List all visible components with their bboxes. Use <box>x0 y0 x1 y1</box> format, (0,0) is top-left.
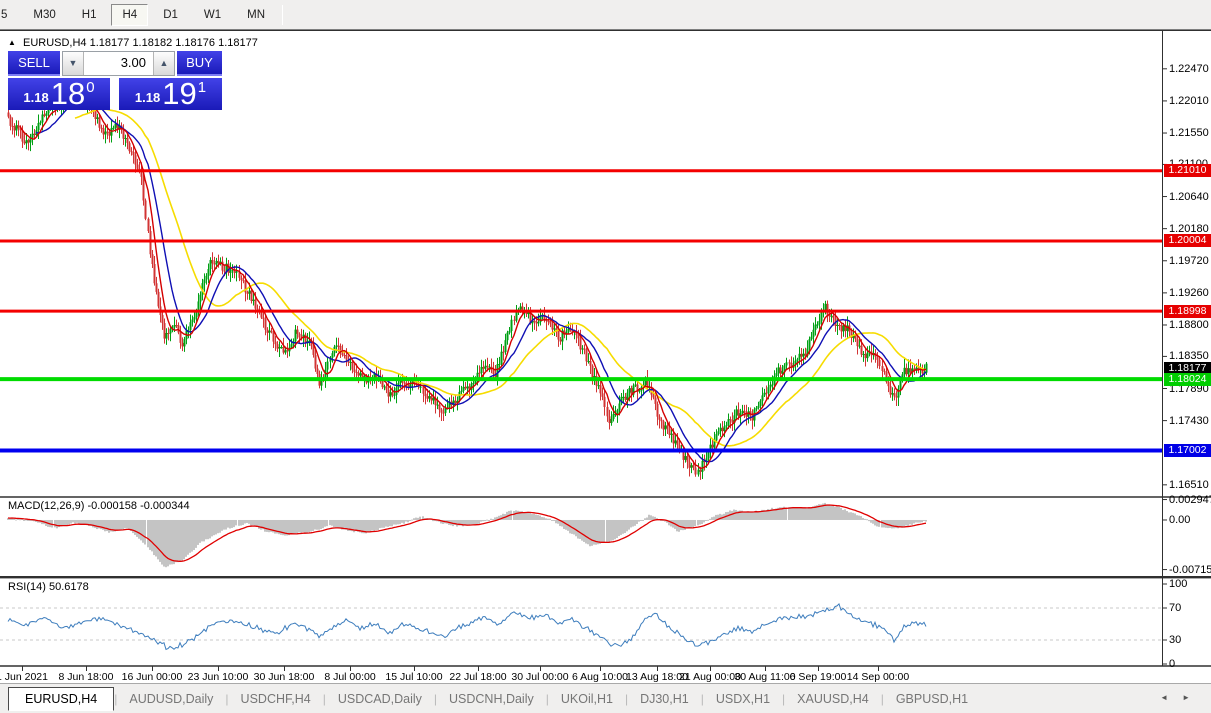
macd-scale-tick: 0.002947 <box>1169 494 1211 506</box>
chart-tab-bar: EURUSD,H4|AUDUSD,Daily|USDCHF,H4|USDCAD,… <box>0 683 1211 713</box>
volume-input[interactable]: 3.00 <box>84 52 153 75</box>
chart-tab-eurusd[interactable]: EURUSD,H4 <box>8 687 114 711</box>
tab-scroll-left-icon[interactable]: ◄ <box>1153 693 1175 702</box>
price-line-tag: 1.20004 <box>1164 234 1211 247</box>
price-tick: 1.20640 <box>1169 191 1209 203</box>
mt4-window: 5M30H1H4D1W1MN ▲ EURUSD,H4 1.18177 1.181… <box>0 0 1211 713</box>
price-tick: 1.21550 <box>1169 127 1209 139</box>
sell-price-display[interactable]: 1.18 18 0 <box>8 78 110 110</box>
sell-price-pip: 0 <box>86 79 94 96</box>
chart-header: ▲ EURUSD,H4 1.18177 1.18182 1.18176 1.18… <box>8 37 258 49</box>
date-tick-label: 8 Jul 00:00 <box>324 671 375 683</box>
chart-tab-usdchf[interactable]: USDCHF,H4 <box>229 689 323 709</box>
price-tick: 1.22010 <box>1169 95 1209 107</box>
chart-tab-dj30[interactable]: DJ30,H1 <box>628 689 701 709</box>
price-tick: 1.20180 <box>1169 223 1209 235</box>
buy-price-display[interactable]: 1.18 19 1 <box>119 78 222 110</box>
date-tick-label: 14 Sep 00:00 <box>847 671 909 683</box>
timeframe-button-5[interactable]: 5 <box>0 4 18 26</box>
volume-increase-icon[interactable]: ▲ <box>153 52 174 75</box>
date-tick-label: 23 Jun 10:00 <box>188 671 249 683</box>
buy-button[interactable]: BUY <box>177 51 222 76</box>
price-line-tag: 1.17002 <box>1164 444 1211 457</box>
rsi-scale-tick: 100 <box>1169 578 1187 590</box>
price-tick: 1.22470 <box>1169 63 1209 75</box>
rsi-label: RSI(14) 50.6178 <box>8 581 89 593</box>
price-tick: 1.19260 <box>1169 287 1209 299</box>
chart-tab-audusd[interactable]: AUDUSD,Daily <box>117 689 225 709</box>
price-line-tag: 1.18998 <box>1164 305 1211 318</box>
toolbar-separator <box>282 5 283 25</box>
date-tick-label: 6 Aug 10:00 <box>572 671 628 683</box>
date-tick-label: 6 Sep 19:00 <box>790 671 847 683</box>
buy-price-pip: 1 <box>198 79 206 96</box>
chart-plot-area[interactable] <box>0 31 1162 666</box>
price-tick: 1.18800 <box>1169 319 1209 331</box>
sell-price-prefix: 1.18 <box>23 90 48 105</box>
timeframe-button-h1[interactable]: H1 <box>71 4 108 26</box>
timeframe-button-w1[interactable]: W1 <box>193 4 232 26</box>
timeframe-button-m30[interactable]: M30 <box>22 4 66 26</box>
sell-price-main: 18 <box>51 80 85 108</box>
date-tick-label: 30 Jul 00:00 <box>511 671 568 683</box>
date-tick-label: 1 Jun 2021 <box>0 671 48 683</box>
price-tick: 1.16510 <box>1169 479 1209 491</box>
symbol-label: EURUSD,H4 <box>23 37 87 49</box>
chart-tab-usdx[interactable]: USDX,H1 <box>704 689 782 709</box>
price-tick: 1.17430 <box>1169 415 1209 427</box>
date-tick-label: 8 Jun 18:00 <box>59 671 114 683</box>
buy-price-prefix: 1.18 <box>135 90 160 105</box>
collapse-panel-icon[interactable]: ▲ <box>8 38 16 47</box>
volume-decrease-icon[interactable]: ▼ <box>63 52 84 75</box>
price-tick: 1.18350 <box>1169 350 1209 362</box>
date-tick-label: 15 Jul 10:00 <box>385 671 442 683</box>
macd-scale-tick: 0.00 <box>1169 514 1190 526</box>
tab-scroll-right-icon[interactable]: ► <box>1175 693 1197 702</box>
sell-button[interactable]: SELL <box>8 51 60 76</box>
chart-tab-usdcnh[interactable]: USDCNH,Daily <box>437 689 546 709</box>
rsi-scale-tick: 70 <box>1169 602 1181 614</box>
price-line-tag: 1.18024 <box>1164 373 1211 386</box>
chart-tab-gbpusd[interactable]: GBPUSD,H1 <box>884 689 980 709</box>
chart-tab-xauusd[interactable]: XAUUSD,H4 <box>785 689 881 709</box>
date-tick-label: 21 Aug 00:00 <box>679 671 741 683</box>
chart-tab-usdcad[interactable]: USDCAD,Daily <box>326 689 434 709</box>
timeframe-button-mn[interactable]: MN <box>236 4 276 26</box>
one-click-trade-panel: SELL ▼ 3.00 ▲ BUY 1.18 18 0 1.18 19 1 <box>8 51 222 110</box>
date-tick-label: 16 Jun 00:00 <box>122 671 183 683</box>
date-tick-label: 22 Jul 18:00 <box>449 671 506 683</box>
timeframe-button-h4[interactable]: H4 <box>111 4 148 26</box>
price-line-tag: 1.21010 <box>1164 164 1211 177</box>
macd-label: MACD(12,26,9) -0.000158 -0.000344 <box>8 500 190 512</box>
date-tick-label: 30 Jun 18:00 <box>254 671 315 683</box>
date-tick-label: 30 Aug 11:00 <box>734 671 795 683</box>
quote-values: 1.18177 1.18182 1.18176 1.18177 <box>90 37 258 49</box>
rsi-scale-tick: 0 <box>1169 658 1175 670</box>
timeframe-button-d1[interactable]: D1 <box>152 4 189 26</box>
macd-scale-tick: -0.007151 <box>1169 564 1211 576</box>
buy-price-main: 19 <box>162 80 196 108</box>
rsi-scale-tick: 30 <box>1169 634 1181 646</box>
price-tick: 1.19720 <box>1169 255 1209 267</box>
chart-tab-ukoil[interactable]: UKOil,H1 <box>549 689 625 709</box>
volume-stepper: ▼ 3.00 ▲ <box>62 51 175 76</box>
timeframe-toolbar: 5M30H1H4D1W1MN <box>0 0 1211 30</box>
